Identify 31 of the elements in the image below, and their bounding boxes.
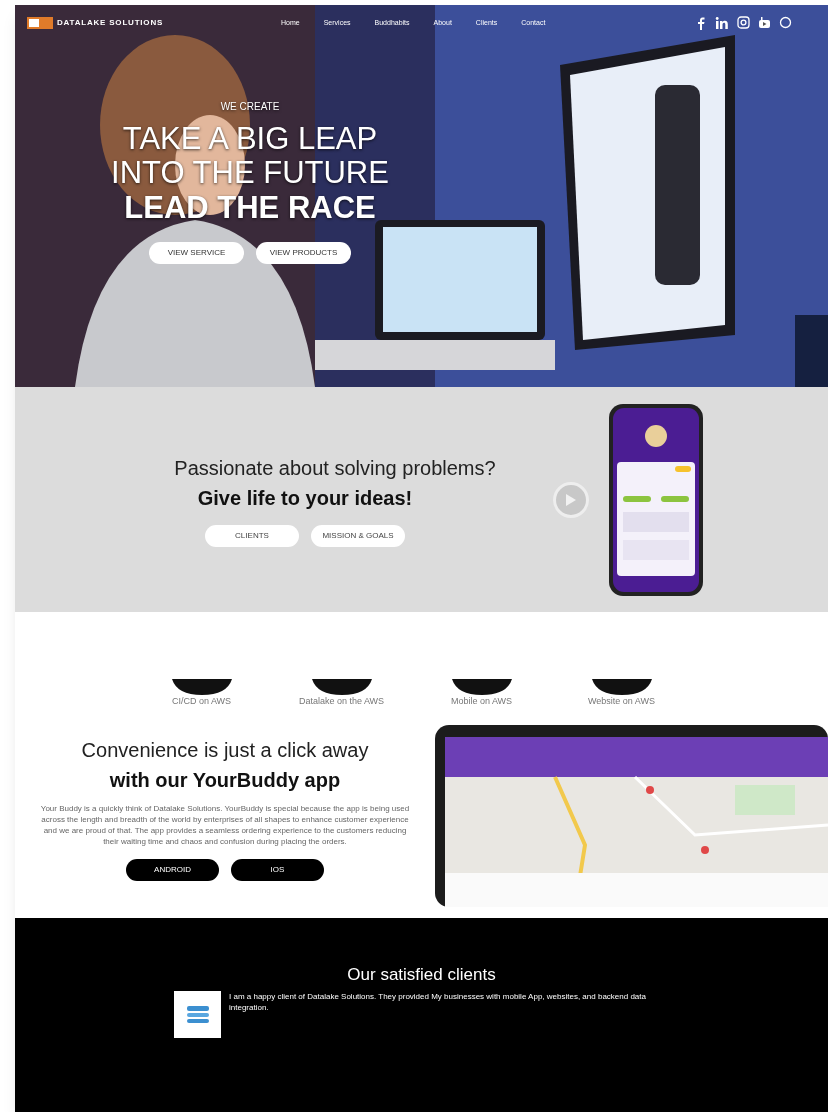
client-logo-icon [186,1005,209,1024]
testimonial-text: I am a happy client of Datalake Solutions. They provided My businesses with mobile App, websites, and backend data integration. [229,991,647,1013]
intro-button[interactable]: CLIENTS [205,524,299,547]
app-store-button[interactable]: IOS [231,858,324,881]
intro-button[interactable]: MISSION & GOALS [311,524,405,547]
app-store-button[interactable]: ANDROID [126,858,219,881]
whatsapp-icon[interactable] [779,16,792,29]
app-description: Your Buddy is a quickly think of Datalake Solutions. YourBuddy is special because the app is being used across the length and breadth of the world by enterprises of all shapes to enhance customer experience and we are proud of that. The app provides a seamless ordering experience to the customers reducing their waiting time and chaos and confusion during placing the orders. [40,802,410,847]
logo-icon [27,17,53,29]
play-icon [565,492,577,507]
bowl-icon [311,679,372,695]
facebook-icon[interactable] [695,16,707,30]
clients-title: Our satisfied clients [347,966,496,983]
bowl-icon [451,679,512,695]
app-title: Convenience is just a click away [81,737,369,763]
service-label: Datalake on the AWS [298,695,385,708]
service-label: CI/CD on AWS [171,695,232,708]
hero-eyebrow: WE CREATE [220,100,280,114]
logo-text: DATALAKE SOLUTIONS [57,17,164,29]
hero-headline: TAKE A BIG LEAP [122,122,378,157]
intro-subtitle: Give life to your ideas! [197,485,413,511]
bowl-icon [171,679,232,695]
service-label: Mobile on AWS [450,695,513,708]
youtube-icon[interactable] [758,16,771,29]
bowl-icon [591,679,652,695]
hero-emphasis: LEAD THE RACE [124,190,376,226]
app-subtitle: with our YourBuddy app [109,767,341,793]
intro-title: Passionate about solving problems? [174,455,496,481]
service-label: Website on AWS [588,695,655,708]
linkedin-icon[interactable] [715,16,729,30]
instagram-icon[interactable] [737,16,750,29]
